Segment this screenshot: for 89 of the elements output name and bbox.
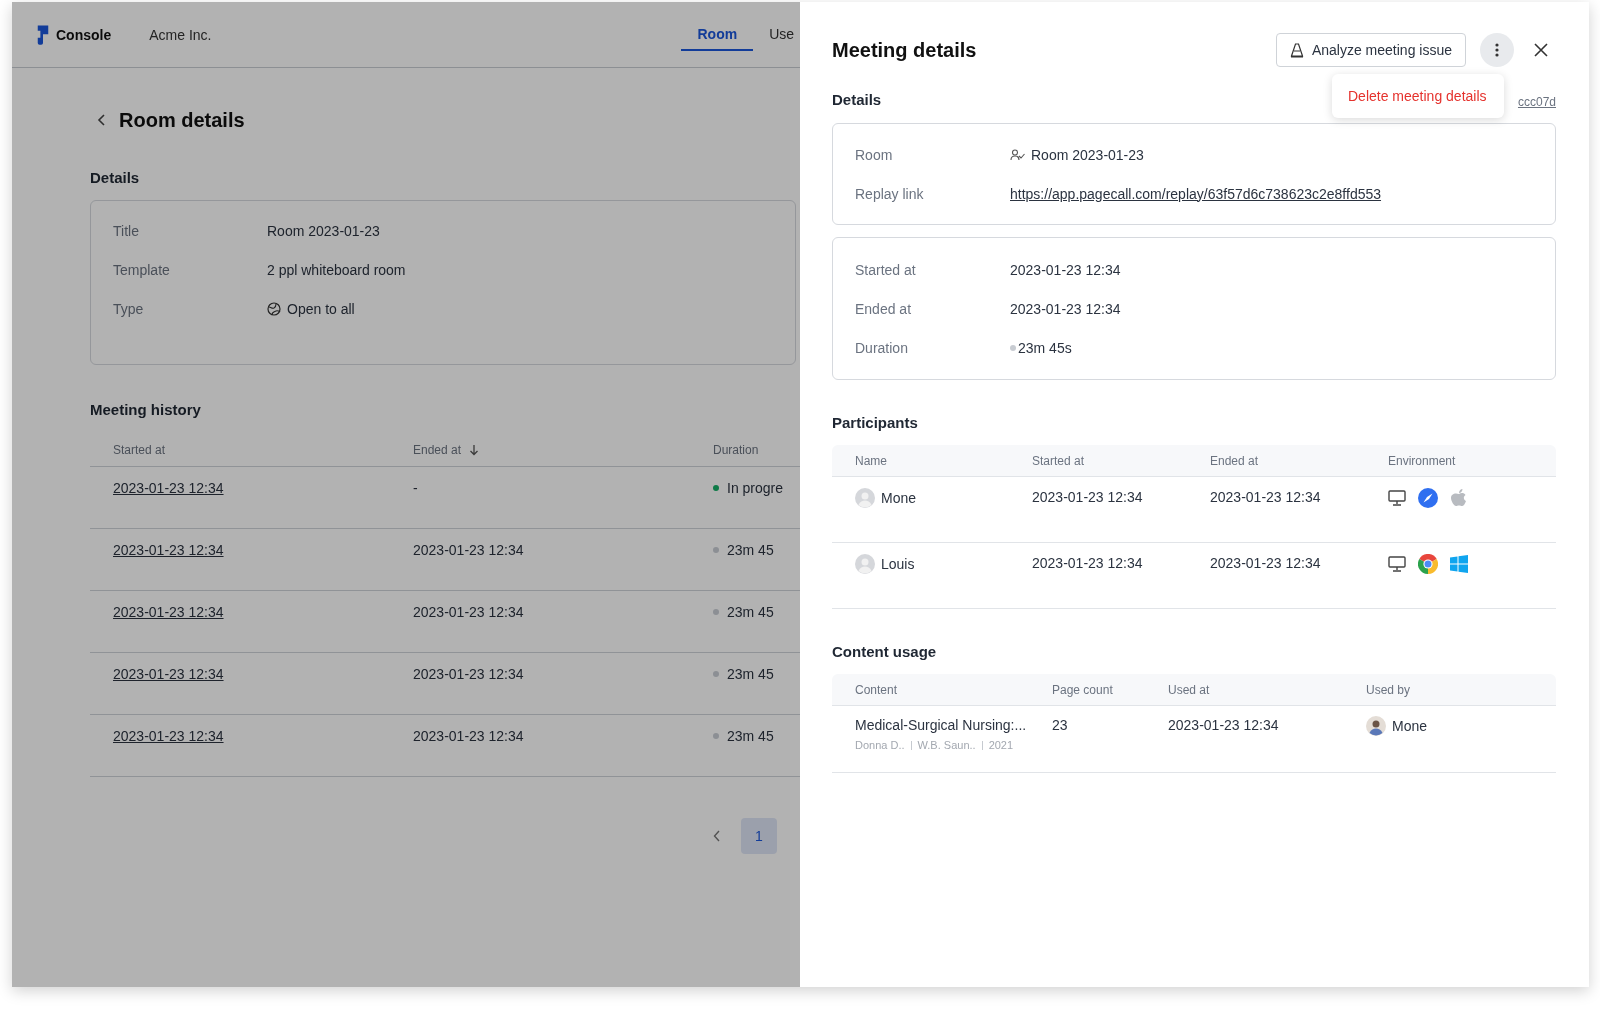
column-header: Started at bbox=[1032, 453, 1086, 468]
table-cell-text: 23 bbox=[1052, 717, 1069, 733]
meeting-link[interactable]: 2023-01-23 12:34 bbox=[113, 666, 224, 682]
column-header[interactable]: Ended at bbox=[413, 443, 462, 457]
field-label: Ended at bbox=[855, 300, 913, 317]
user-name: Mone bbox=[1392, 718, 1428, 734]
table-cell: 23m 45 bbox=[727, 604, 774, 620]
more-icon bbox=[1495, 42, 1499, 58]
content-title[interactable]: Medical-Surgical Nursing:... bbox=[855, 717, 1052, 733]
monitor-icon bbox=[1388, 556, 1406, 572]
table-cell-text: 2023-01-23 12:34 bbox=[1210, 555, 1322, 571]
page-button[interactable]: 1 bbox=[741, 818, 777, 854]
column-header: Page count bbox=[1052, 682, 1114, 697]
participant-name: Louis bbox=[881, 556, 915, 572]
compass-icon bbox=[1418, 488, 1438, 508]
replay-link[interactable]: https://app.pagecall.com/replay/63f57d6c738623c2e8ffd553 bbox=[1010, 185, 1382, 202]
section-heading: Content usage bbox=[832, 643, 938, 660]
globe-icon bbox=[267, 301, 281, 316]
more-button[interactable] bbox=[1480, 33, 1514, 67]
column-header[interactable]: Duration bbox=[713, 443, 759, 457]
apple-icon bbox=[1450, 488, 1468, 508]
window-panes-icon bbox=[1450, 555, 1468, 573]
table-cell: 2023-01-23 12:34 bbox=[413, 542, 524, 558]
monitor-icon bbox=[1388, 490, 1406, 506]
table-cell: 23m 45 bbox=[727, 728, 774, 744]
table-cell-text: 2023-01-23 12:34 bbox=[1210, 489, 1322, 505]
meeting-link[interactable]: 2023-01-23 12:34 bbox=[113, 480, 224, 496]
field-label: Template bbox=[113, 261, 171, 278]
table-cell-text: 2023-01-23 12:34 bbox=[1032, 555, 1144, 571]
table-cell: 2023-01-23 12:34 bbox=[413, 666, 524, 682]
tricolor-circle-icon bbox=[1418, 554, 1438, 574]
field-label: Duration bbox=[855, 339, 909, 356]
avatar bbox=[855, 488, 875, 508]
field-value: 23m 45s bbox=[1018, 339, 1072, 356]
brand-name: Console bbox=[56, 26, 112, 43]
meeting-link[interactable]: 2023-01-23 12:34 bbox=[113, 542, 224, 558]
section-heading: Participants bbox=[832, 414, 919, 431]
field-value: Room 2023-01-23 bbox=[267, 222, 380, 239]
table-cell: - bbox=[413, 480, 418, 496]
avatar bbox=[1366, 716, 1386, 736]
page-title: Room details bbox=[119, 108, 245, 132]
nav-tab[interactable]: Room bbox=[681, 19, 754, 51]
field-label: Type bbox=[113, 300, 145, 317]
delete-menu-item[interactable]: Delete meeting details bbox=[1332, 80, 1504, 112]
field-label: Replay link bbox=[855, 185, 925, 202]
field-value: Room 2023-01-23 bbox=[1031, 146, 1144, 163]
content-meta: W.B. Saun.. bbox=[917, 739, 976, 751]
table-cell-text: 2023-01-23 12:34 bbox=[1168, 717, 1280, 733]
meeting-link[interactable]: 2023-01-23 12:34 bbox=[113, 604, 224, 620]
table-cell-text: 2023-01-23 12:34 bbox=[1032, 489, 1144, 505]
column-header: Used by bbox=[1366, 682, 1412, 697]
table-cell: 2023-01-23 12:34 bbox=[413, 604, 524, 620]
field-label: Started at bbox=[855, 261, 917, 278]
table-cell: 23m 45 bbox=[727, 542, 774, 558]
back-icon[interactable] bbox=[97, 113, 107, 127]
column-header: Used at bbox=[1168, 682, 1211, 697]
table-cell: In progre bbox=[727, 480, 784, 496]
nav-tab[interactable]: Use bbox=[753, 19, 800, 51]
organization-name[interactable]: Acme Inc. bbox=[149, 26, 212, 43]
table-cell: 23m 45 bbox=[727, 666, 774, 682]
drawer-title: Meeting details bbox=[832, 38, 977, 62]
field-value: 2023-01-23 12:34 bbox=[1010, 300, 1121, 317]
analyze-button[interactable]: Analyze meeting issue bbox=[1275, 33, 1466, 67]
table-cell: 2023-01-23 12:34 bbox=[413, 728, 524, 744]
column-header: Environment bbox=[1388, 453, 1457, 468]
column-header: Ended at bbox=[1210, 453, 1260, 468]
field-label: Title bbox=[113, 222, 140, 239]
field-value: 2 ppl whiteboard room bbox=[267, 261, 406, 278]
field-value: Open to all bbox=[287, 300, 355, 317]
column-header: Content bbox=[855, 682, 899, 697]
person-check-icon bbox=[1010, 148, 1025, 161]
participant-name: Mone bbox=[881, 490, 917, 506]
logo-icon bbox=[36, 24, 50, 45]
meeting-link[interactable]: 2023-01-23 12:34 bbox=[113, 728, 224, 744]
section-heading: Details bbox=[90, 169, 141, 186]
column-header[interactable]: Started at bbox=[113, 443, 166, 457]
content-meta: Donna D.. bbox=[855, 739, 905, 751]
section-heading: Meeting history bbox=[90, 401, 202, 418]
close-icon[interactable] bbox=[1534, 43, 1548, 57]
avatar bbox=[855, 554, 875, 574]
content-meta: 2021 bbox=[988, 739, 1014, 751]
column-header: Name bbox=[855, 453, 888, 468]
cone-icon bbox=[1289, 42, 1304, 58]
sort-arrow-icon[interactable] bbox=[469, 444, 480, 456]
field-label: Room bbox=[855, 146, 894, 163]
previous-page-icon[interactable] bbox=[713, 830, 721, 842]
id-link[interactable]: ccc07d bbox=[1517, 95, 1556, 109]
section-heading: Details bbox=[832, 90, 882, 108]
field-value: 2023-01-23 12:34 bbox=[1010, 261, 1121, 278]
